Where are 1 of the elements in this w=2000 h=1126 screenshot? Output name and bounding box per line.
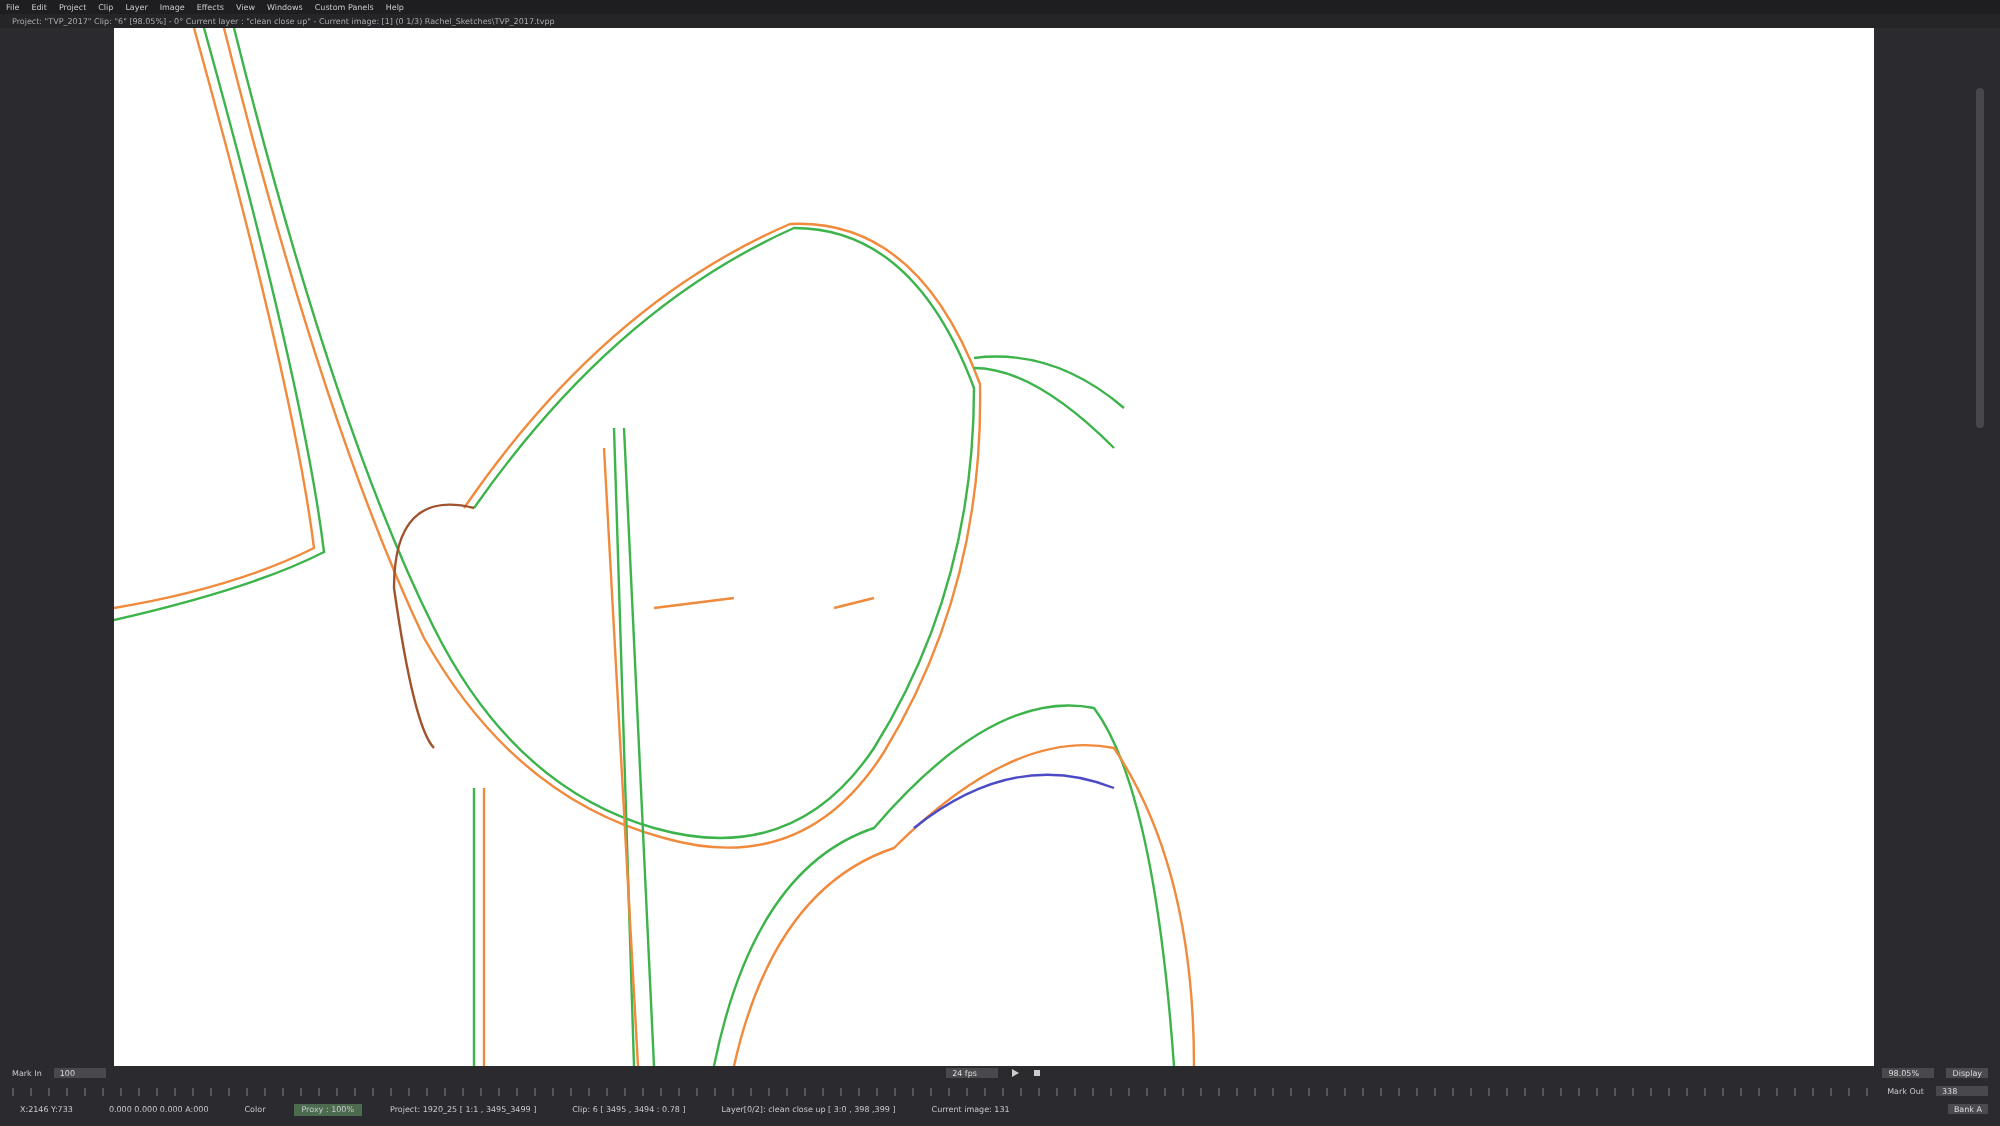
stop-icon[interactable]	[1032, 1068, 1043, 1078]
